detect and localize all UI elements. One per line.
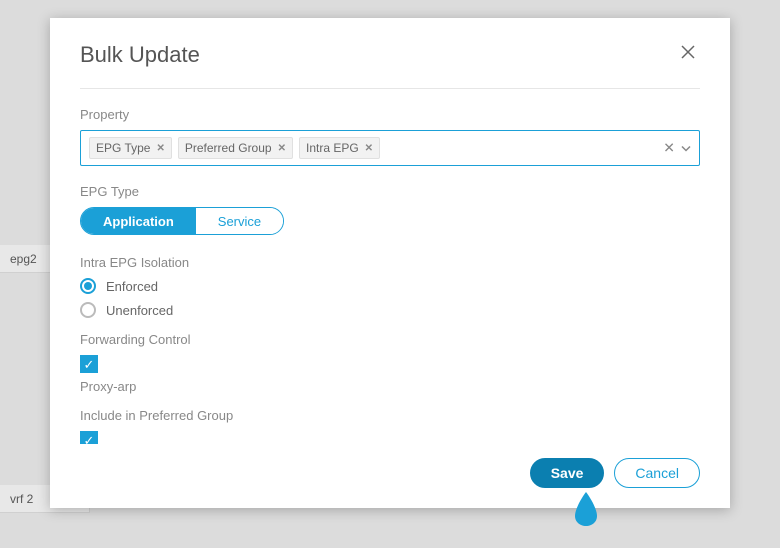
tag-remove-icon[interactable]: ✕: [365, 143, 373, 154]
modal-title: Bulk Update: [80, 42, 200, 68]
preferred-group-label: Include in Preferred Group: [80, 408, 700, 423]
button-label: Save: [551, 465, 584, 481]
tag-remove-icon[interactable]: ✕: [278, 143, 286, 154]
proxy-arp-label: Proxy-arp: [80, 379, 700, 394]
radio-unenforced[interactable]: Unenforced: [80, 302, 700, 318]
tag-label: EPG Type: [96, 141, 150, 155]
modal-header: Bulk Update: [50, 18, 730, 78]
property-label: Property: [80, 107, 700, 122]
seg-option-application[interactable]: Application: [81, 208, 196, 234]
intra-epg-radio-group: Enforced Unenforced: [80, 278, 700, 318]
tag-label: Intra EPG: [306, 141, 359, 155]
button-label: Cancel: [635, 465, 679, 481]
tag-input-controls: ✕: [663, 140, 691, 157]
forwarding-control-checkbox[interactable]: ✓: [80, 355, 98, 373]
intra-epg-label: Intra EPG Isolation: [80, 255, 700, 270]
cancel-button[interactable]: Cancel: [614, 458, 700, 488]
chevron-down-icon[interactable]: [681, 143, 691, 153]
epg-type-segmented: Application Service: [80, 207, 284, 235]
radio-label: Enforced: [106, 279, 158, 294]
preferred-group-checkbox[interactable]: ✓: [80, 431, 98, 444]
clear-all-icon[interactable]: ✕: [663, 140, 675, 157]
close-icon[interactable]: [676, 42, 700, 66]
tag-intra-epg: Intra EPG ✕: [299, 137, 380, 159]
seg-option-label: Service: [218, 214, 261, 229]
check-icon: ✓: [84, 434, 95, 445]
bulk-update-modal: Bulk Update Property EPG Type ✕ Preferre…: [50, 18, 730, 508]
modal-body: Property EPG Type ✕ Preferred Group ✕ In…: [50, 89, 730, 444]
radio-enforced[interactable]: Enforced: [80, 278, 700, 294]
tag-preferred-group: Preferred Group ✕: [178, 137, 293, 159]
save-button[interactable]: Save: [530, 458, 605, 488]
radio-icon: [80, 278, 96, 294]
seg-option-label: Application: [103, 214, 174, 229]
tag-remove-icon[interactable]: ✕: [156, 143, 164, 154]
tag-label: Preferred Group: [185, 141, 272, 155]
bg-row-label: vrf 2: [10, 492, 33, 506]
bg-row-label: epg2: [10, 252, 37, 266]
seg-option-service[interactable]: Service: [196, 208, 283, 234]
radio-label: Unenforced: [106, 303, 173, 318]
check-icon: ✓: [84, 358, 95, 371]
modal-footer: Save Cancel: [50, 444, 730, 508]
tag-epg-type: EPG Type ✕: [89, 137, 172, 159]
radio-icon: [80, 302, 96, 318]
forwarding-control-label: Forwarding Control: [80, 332, 700, 347]
epg-type-label: EPG Type: [80, 184, 700, 199]
property-tag-input[interactable]: EPG Type ✕ Preferred Group ✕ Intra EPG ✕…: [80, 130, 700, 166]
